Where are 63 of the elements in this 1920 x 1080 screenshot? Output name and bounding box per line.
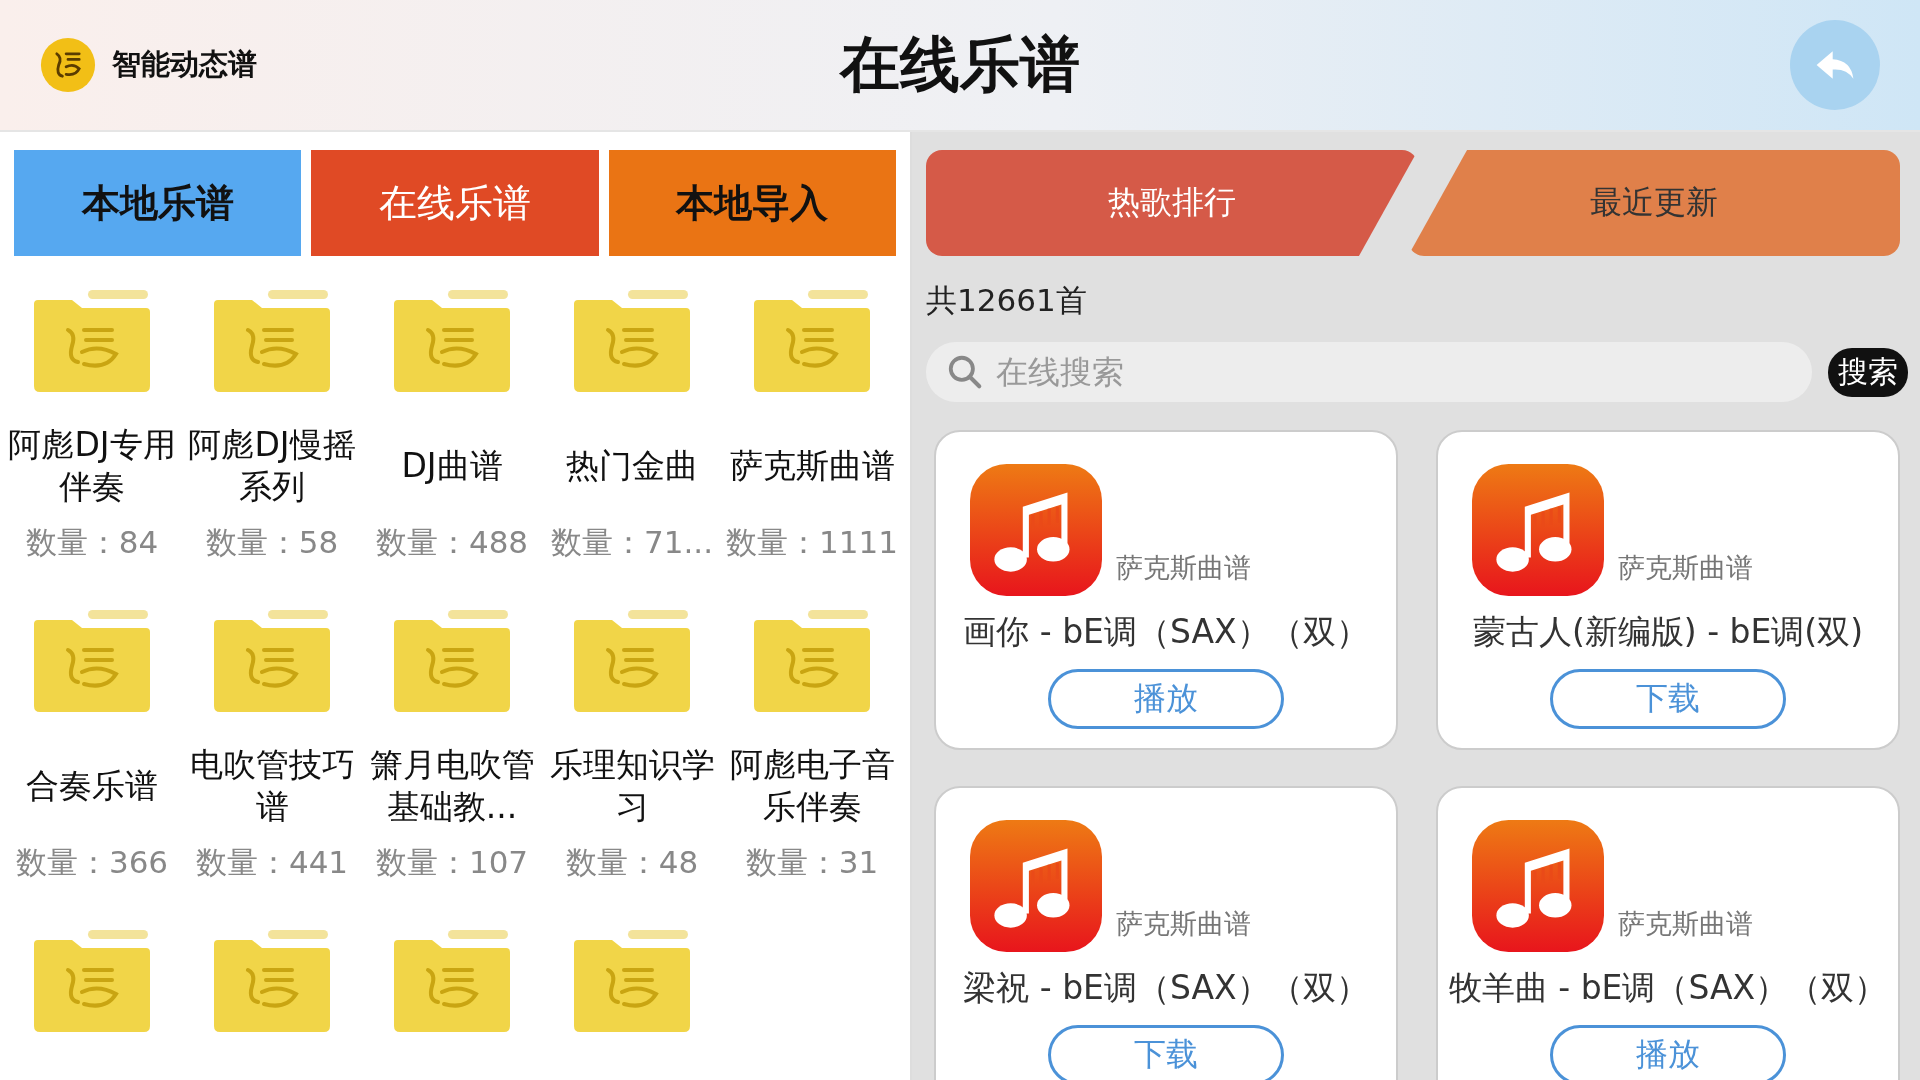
song-card[interactable]: 萨克斯曲谱 画你 - bE调（SAX）（双） 播放	[934, 430, 1398, 750]
folder-count: 数量：441	[195, 843, 349, 882]
song-card[interactable]: 萨克斯曲谱 梁祝 - bE调（SAX）（双） 下载	[934, 786, 1398, 1080]
folder-name: 阿彪电子音乐伴奏	[728, 744, 896, 828]
folder-name: 阿彪DJ慢摇系列	[187, 424, 357, 508]
folder-icon[interactable]	[211, 610, 333, 714]
folder-icon[interactable]	[571, 610, 693, 714]
song-source: 萨克斯曲谱	[1618, 551, 1753, 585]
folder-name: 热门金曲	[565, 445, 699, 487]
folder-icon[interactable]	[211, 930, 333, 1034]
song-title: 蒙古人(新编版) - bE调(双)	[1472, 611, 1864, 653]
song-card[interactable]: 萨克斯曲谱 蒙古人(新编版) - bE调(双) 下载	[1436, 430, 1900, 750]
folder-count: 数量：71...	[551, 523, 713, 562]
folder-icon[interactable]	[751, 290, 873, 394]
folder-name: 萨克斯曲谱	[728, 445, 896, 487]
folder-count: 数量：366	[15, 843, 169, 882]
action-button[interactable]: 下载	[1048, 1025, 1284, 1080]
folder-name: 箫月电吹管基础教...	[368, 744, 536, 828]
search-field[interactable]: 在线搜索	[926, 342, 1812, 402]
search-button[interactable]: 搜索	[1828, 347, 1908, 397]
song-source: 萨克斯曲谱	[1116, 907, 1251, 941]
category-tab[interactable]: 本地导入	[608, 150, 896, 256]
folder-icon[interactable]	[31, 290, 153, 394]
music-note-icon	[1472, 820, 1604, 952]
app-name: 智能动态谱	[112, 46, 257, 83]
song-source: 萨克斯曲谱	[1618, 907, 1753, 941]
folder-name: 阿彪DJ专用伴奏	[7, 424, 177, 508]
music-note-icon	[1472, 464, 1604, 596]
folder-name: 乐理知识学习	[548, 744, 716, 828]
folder-icon[interactable]	[391, 610, 513, 714]
folder-icon[interactable]	[571, 290, 693, 394]
action-button[interactable]: 播放	[1048, 669, 1284, 729]
folder-icon[interactable]	[391, 930, 513, 1034]
folder-icon[interactable]	[571, 930, 693, 1034]
folder-count: 数量：48	[565, 843, 699, 882]
song-title: 牧羊曲 - bE调（SAX）（双）	[1448, 967, 1888, 1009]
folder-name: DJ曲谱	[400, 445, 504, 487]
song-title: 梁祝 - bE调（SAX）（双）	[963, 967, 1369, 1009]
category-tab[interactable]: 在线乐谱	[311, 150, 599, 256]
song-title: 画你 - bE调（SAX）（双）	[963, 611, 1369, 653]
folder-count: 数量：84	[25, 523, 159, 562]
action-button[interactable]: 播放	[1550, 1025, 1786, 1080]
logo-icon	[40, 37, 96, 93]
song-total: 共12661首	[926, 281, 1088, 320]
folder-count: 数量：107	[375, 843, 529, 882]
folder-count: 数量：488	[375, 523, 529, 562]
folder-count: 数量：58	[205, 523, 339, 562]
folder-icon[interactable]	[31, 610, 153, 714]
folder-name: 合奏乐谱	[25, 765, 159, 807]
folder-icon[interactable]	[751, 610, 873, 714]
folder-icon[interactable]	[211, 290, 333, 394]
category-tab[interactable]: 本地乐谱	[14, 150, 302, 256]
folder-icon[interactable]	[391, 290, 513, 394]
folder-count: 数量：1111	[726, 523, 898, 562]
song-card[interactable]: 萨克斯曲谱 牧羊曲 - bE调（SAX）（双） 播放	[1436, 786, 1900, 1080]
music-note-icon	[970, 464, 1102, 596]
folder-icon[interactable]	[31, 930, 153, 1034]
folder-count: 数量：31	[745, 843, 879, 882]
page-title: 在线乐谱	[840, 27, 1080, 101]
action-button[interactable]: 下载	[1550, 669, 1786, 729]
folder-name: 电吹管技巧谱	[188, 744, 356, 828]
music-note-icon	[970, 820, 1102, 952]
song-source: 萨克斯曲谱	[1116, 551, 1251, 585]
